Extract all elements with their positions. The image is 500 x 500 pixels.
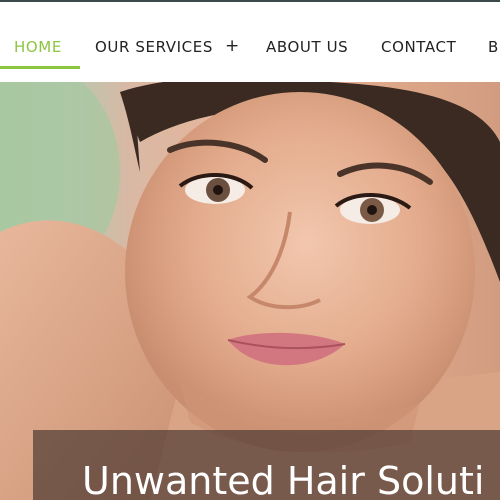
main-navigation: HOME OUR SERVICES + ABOUT US CONTACT B — [0, 2, 500, 82]
nav-item-truncated[interactable]: B — [488, 38, 499, 56]
plus-icon[interactable]: + — [225, 36, 239, 56]
nav-contact[interactable]: CONTACT — [381, 38, 456, 56]
nav-about-us[interactable]: ABOUT US — [266, 38, 348, 56]
nav-home[interactable]: HOME — [14, 38, 62, 56]
hero-caption: Unwanted Hair Soluti — [82, 459, 485, 500]
nav-our-services[interactable]: OUR SERVICES — [95, 38, 213, 56]
active-nav-underline — [0, 66, 80, 69]
page: HOME OUR SERVICES + ABOUT US CONTACT B U… — [0, 0, 500, 500]
